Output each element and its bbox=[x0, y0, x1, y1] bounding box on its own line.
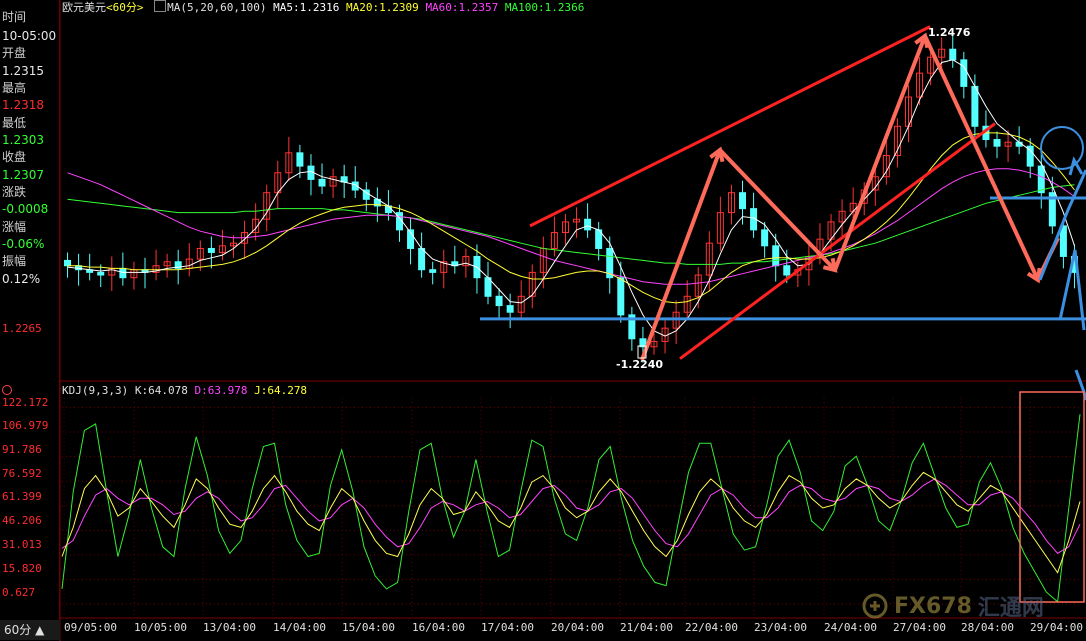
x-tick-label: 17/04:00 bbox=[481, 621, 534, 634]
upper-channel-line bbox=[529, 25, 931, 228]
x-tick-label: 10/05:00 bbox=[134, 621, 187, 634]
candle-down bbox=[772, 245, 780, 267]
x-tick-label: 22/04:00 bbox=[685, 621, 738, 634]
x-tick-label: 29/04:00 bbox=[1030, 621, 1083, 634]
ma5-line bbox=[67, 59, 1075, 337]
candle-down bbox=[97, 271, 105, 276]
candle-down bbox=[761, 229, 769, 247]
x-tick-label: 16/04:00 bbox=[412, 621, 465, 634]
kdj-d-line bbox=[61, 478, 1081, 554]
candle-down bbox=[429, 269, 437, 273]
candle-down bbox=[739, 192, 747, 210]
candle-down bbox=[506, 305, 514, 313]
candle-down bbox=[971, 85, 979, 127]
ma100-line bbox=[67, 184, 1075, 265]
chart-canvas[interactable] bbox=[0, 0, 1086, 641]
target-circle bbox=[1040, 126, 1084, 170]
watermark-suffix: 汇通网 bbox=[977, 596, 1044, 621]
candle-down bbox=[617, 277, 625, 316]
watermark-brand: FX678 bbox=[894, 593, 972, 619]
fx678-logo-icon bbox=[862, 593, 888, 619]
candle-down bbox=[495, 295, 503, 307]
candle-down bbox=[949, 48, 957, 61]
ma20-line bbox=[67, 132, 1075, 304]
x-tick-label: 15/04:00 bbox=[342, 621, 395, 634]
watermark: FX678 汇通网 bbox=[862, 592, 1062, 621]
x-tick-label: 21/04:00 bbox=[620, 621, 673, 634]
x-tick-label: 27/04:00 bbox=[893, 621, 946, 634]
period-tab[interactable]: 60分 ▲ bbox=[0, 620, 60, 640]
x-tick-label: 13/04:00 bbox=[203, 621, 256, 634]
x-tick-label: 09/05:00 bbox=[64, 621, 117, 634]
x-tick-label: 14/04:00 bbox=[273, 621, 326, 634]
candle-down bbox=[119, 267, 127, 279]
kdj-k-line bbox=[61, 471, 1081, 574]
x-tick-label: 23/04:00 bbox=[754, 621, 807, 634]
kdj-j-line bbox=[61, 414, 1081, 603]
candle-down bbox=[207, 247, 215, 253]
x-tick-label: 28/04:00 bbox=[961, 621, 1014, 634]
candle-down bbox=[1037, 165, 1045, 194]
x-tick-label: 20/04:00 bbox=[551, 621, 604, 634]
candle-down bbox=[960, 59, 968, 87]
zigzag-wave-path bbox=[640, 34, 1040, 361]
candle-down bbox=[993, 139, 1001, 147]
candle-down bbox=[418, 247, 426, 271]
ma60-line bbox=[67, 168, 1075, 285]
period-low-label: -1.2240 bbox=[616, 358, 664, 371]
candle-down bbox=[296, 152, 304, 167]
period-high-label: 1.2476 bbox=[928, 26, 971, 39]
candle-down bbox=[783, 265, 791, 276]
candle-down bbox=[318, 178, 326, 187]
x-tick-label: 24/04:00 bbox=[824, 621, 877, 634]
candle-down bbox=[64, 259, 72, 267]
candle-down bbox=[584, 218, 592, 231]
